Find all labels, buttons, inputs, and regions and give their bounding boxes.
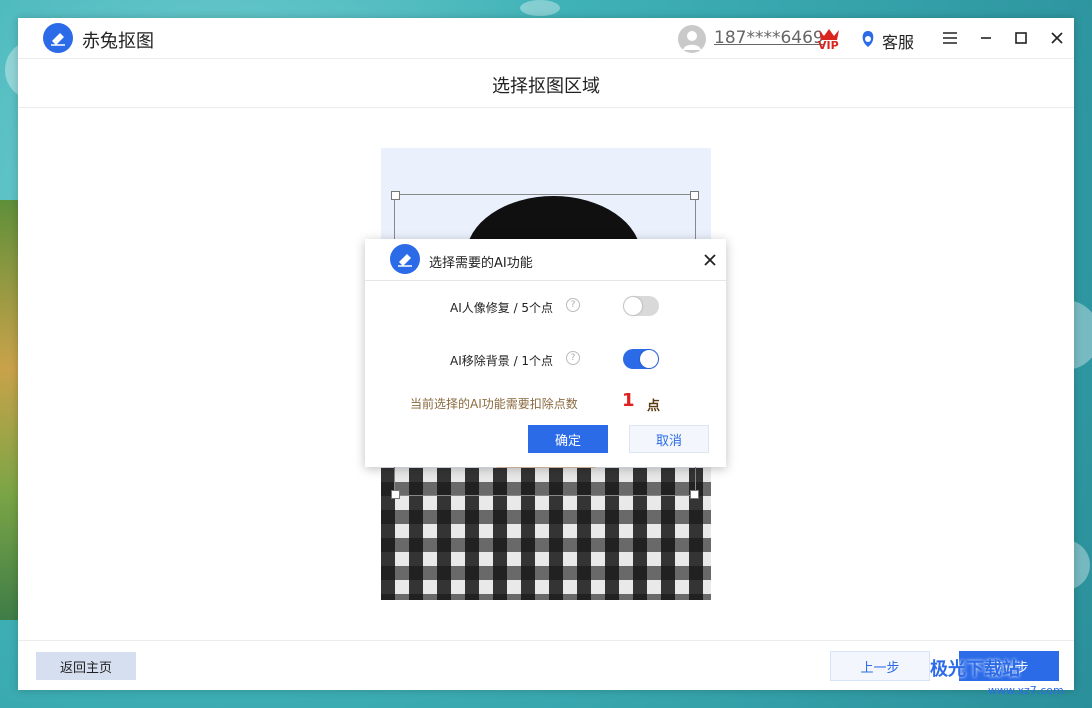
points-unit: 点 [647,399,661,414]
background-leaf [0,200,20,620]
dialog-header: 选择需要的AI功能 [365,239,726,281]
ai-feature-dialog: 选择需要的AI功能 AI人像修复 / 5个点 ? AI移除背景 / 1个点 ? … [365,239,726,467]
previous-step-button[interactable]: 上一步 [830,651,930,681]
points-summary-text: 当前选择的AI功能需要扣除点数 [410,397,578,411]
dialog-title: 选择需要的AI功能 [429,256,533,271]
toggle-remove-background[interactable] [623,349,659,369]
footer-bar: 返回主页 上一步 下一步 [18,640,1074,691]
crop-handle-bottom-right[interactable] [690,490,699,499]
vip-badge[interactable]: VIP [816,26,842,56]
avatar[interactable] [678,25,706,53]
page-title: 选择抠图区域 [492,76,600,97]
close-icon[interactable] [1047,28,1067,48]
vip-label: VIP [818,39,839,52]
option-label-portrait-repair: AI人像修复 / 5个点 [450,301,554,315]
option-label-remove-background: AI移除背景 / 1个点 [450,354,554,368]
app-logo-icon [390,244,420,274]
cancel-button[interactable]: 取消 [629,425,709,453]
page-header: 选择抠图区域 [18,59,1074,108]
customer-service-icon[interactable] [860,30,876,52]
help-icon[interactable]: ? [566,298,580,312]
help-icon[interactable]: ? [566,351,580,365]
toggle-knob [624,297,642,315]
app-logo-icon [43,23,73,53]
close-icon[interactable] [702,252,718,268]
watermark-text: 极光下载站 [930,659,1020,680]
toggle-knob [640,350,658,368]
title-bar: 赤兔抠图 187****6469 VIP 客服 [18,18,1074,59]
confirm-button[interactable]: 确定 [528,425,608,453]
watermark-url: www.xz7.com [988,684,1064,697]
maximize-icon[interactable] [1011,28,1031,48]
minimize-icon[interactable] [976,28,996,48]
points-count: 1 [622,390,635,411]
customer-service-button[interactable]: 客服 [882,29,914,53]
crop-handle-top-left[interactable] [391,191,400,200]
toggle-portrait-repair[interactable] [623,296,659,316]
app-title: 赤兔抠图 [82,31,154,52]
crop-handle-top-right[interactable] [690,191,699,200]
crop-handle-bottom-left[interactable] [391,490,400,499]
bokeh-light [520,0,560,16]
back-home-button[interactable]: 返回主页 [36,652,136,680]
menu-icon[interactable] [940,28,960,48]
user-phone-link[interactable]: 187****6469 [714,28,824,48]
